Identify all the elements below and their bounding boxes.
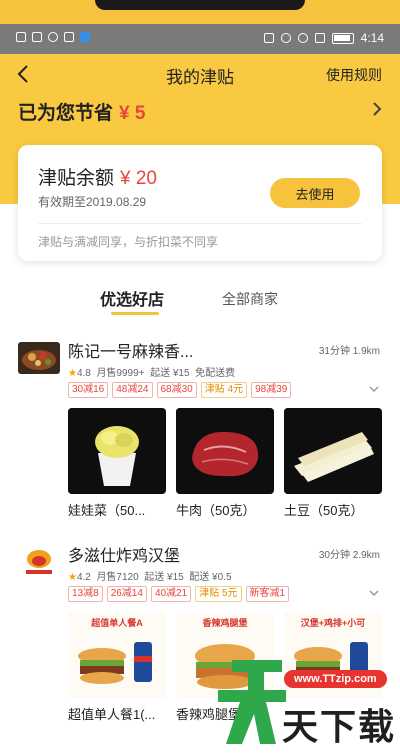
store-time-distance: 30分钟 2.9km <box>318 550 380 561</box>
promo-tag: 98减39 <box>251 382 292 398</box>
dish-item[interactable]: 汉堡+鸡排+小可 <box>284 612 382 723</box>
store-delivery-min: 起送 ¥15 <box>150 368 190 379</box>
promo-tag: 新客减1 <box>245 586 290 602</box>
status-bar: 4:14 <box>0 24 400 54</box>
promo-tag: 26减14 <box>106 586 147 602</box>
allowance-tag: 津贴 4元 <box>200 382 248 398</box>
wifi-icon <box>48 32 58 42</box>
status-time: 4:14 <box>360 31 384 45</box>
store-monthly-sales: 月售9999+ <box>96 368 145 379</box>
dish-item[interactable]: 香辣鸡腿堡 香辣鸡腿堡 <box>176 612 274 723</box>
store-tabs: 优选好店 全部商家 <box>0 282 400 318</box>
store-monthly-sales: 月售7120 <box>96 572 139 583</box>
balance-note: 津贴与满减同享，与折扣菜不同享 <box>38 235 219 249</box>
promo-tag: 68减30 <box>156 382 197 398</box>
card-divider <box>38 223 362 224</box>
dish-name: 娃娃菜（50... <box>68 503 146 518</box>
promo-tag: 40减21 <box>150 586 192 602</box>
dish-name: 牛肉（50克） <box>176 503 256 518</box>
signal-icon-2 <box>32 32 42 42</box>
balance-amount: ¥ 20 <box>120 168 157 189</box>
usage-rules-link[interactable]: 使用规则 <box>326 65 382 85</box>
store-meta: ★4.8 月售9999+ 起送 ¥15 免配送费 <box>68 364 235 379</box>
nfc-icon <box>263 33 274 43</box>
savings-amount: ¥ 5 <box>119 103 146 124</box>
star-icon: ★ <box>68 572 77 583</box>
dish-list: 娃娃菜（50... 牛肉（50克） 土豆（50克） <box>68 408 382 519</box>
store-name: 多滋仕炸鸡汉堡 <box>68 548 181 565</box>
balance-label: 津贴余额 <box>38 168 115 189</box>
use-allowance-button[interactable]: 去使用 <box>270 178 360 208</box>
spicy-burger-image: 香辣鸡腿堡 <box>176 612 274 698</box>
dish-item[interactable]: 超值单人餐A 超值单人餐1(... <box>68 612 166 723</box>
store-time-distance: 31分钟 1.9km <box>318 346 380 357</box>
tab-featured-stores[interactable]: 优选好店 <box>100 286 164 310</box>
balance-expiry: 有效期至2019.08.29 <box>38 195 147 209</box>
store-card[interactable]: 陈记一号麻辣香... 31分钟 1.9km ★4.8 月售9999+ 起送 ¥1… <box>0 342 400 522</box>
signal-icon <box>16 32 26 42</box>
dish-name: 超值单人餐1(... <box>68 707 156 722</box>
message-icon <box>64 32 74 42</box>
burger-meal-image: 超值单人餐A <box>68 612 166 698</box>
camera-notch <box>95 0 305 10</box>
nav-bar: 我的津贴 使用规则 <box>0 54 400 94</box>
promo-tags: 13减8 26减14 40减21 津贴 5元 新客减1 <box>68 586 290 602</box>
promo-tag: 48减24 <box>112 382 153 398</box>
savings-label: 已为您节省 <box>18 103 114 124</box>
store-delivery-fee: 免配送费 <box>195 368 236 379</box>
active-tab-indicator <box>111 312 159 315</box>
store-delivery-fee: 配送 ¥0.5 <box>189 572 232 583</box>
chevron-right-icon <box>373 102 382 116</box>
battery-icon <box>331 32 354 44</box>
tab-all-merchants[interactable]: 全部商家 <box>222 289 278 309</box>
cabbage-dish-image <box>68 408 166 494</box>
star-icon: ★ <box>68 368 77 379</box>
chevron-down-icon[interactable] <box>368 588 380 598</box>
app-notification-icon <box>80 32 90 42</box>
allowance-balance-card: 津贴余额 ¥ 20 有效期至2019.08.29 去使用 津贴与满减同享，与折扣菜… <box>18 145 382 261</box>
beef-dish-image <box>176 408 274 494</box>
dish-name: 香辣鸡腿堡 <box>176 707 242 722</box>
allowance-tag: 津贴 5元 <box>195 586 242 602</box>
promo-tags: 30减16 48减24 68减30 津贴 4元 98减39 <box>68 382 292 398</box>
promo-tag: 30减16 <box>68 382 109 398</box>
mobile-signal-icon <box>314 33 325 43</box>
burger-combo-image: 汉堡+鸡排+小可 <box>284 612 382 698</box>
dish-list: 超值单人餐A 超值单人餐1(... 香辣鸡腿堡 香辣鸡腿堡 汉堡+鸡排+小可 <box>68 612 382 723</box>
store-name: 陈记一号麻辣香... <box>68 344 194 361</box>
potato-dish-image <box>284 408 382 494</box>
store-rating: 4.8 <box>76 368 91 379</box>
store-logo-image <box>18 342 60 374</box>
store-meta: ★4.2 月售7120 起送 ¥15 配送 ¥0.5 <box>68 568 232 583</box>
dish-item[interactable]: 娃娃菜（50... <box>68 408 166 519</box>
dish-name: 土豆（50克） <box>284 503 364 518</box>
mute-icon <box>297 33 308 43</box>
dish-item[interactable]: 土豆（50克） <box>284 408 382 519</box>
dish-item[interactable]: 牛肉（50克） <box>176 408 274 519</box>
savings-row[interactable]: 已为您节省 ¥ 5 <box>18 98 384 124</box>
balance-title: 津贴余额 ¥ 20 <box>38 163 157 190</box>
store-delivery-min: 起送 ¥15 <box>144 572 184 583</box>
store-card[interactable]: 多滋仕炸鸡汉堡 30分钟 2.9km ★4.2 月售7120 起送 ¥15 配送… <box>0 546 400 746</box>
store-rating: 4.2 <box>76 572 91 583</box>
promo-tag: 13减8 <box>68 586 103 602</box>
chevron-down-icon[interactable] <box>368 384 380 394</box>
store-logo-image <box>18 546 60 578</box>
alarm-icon <box>280 33 291 43</box>
